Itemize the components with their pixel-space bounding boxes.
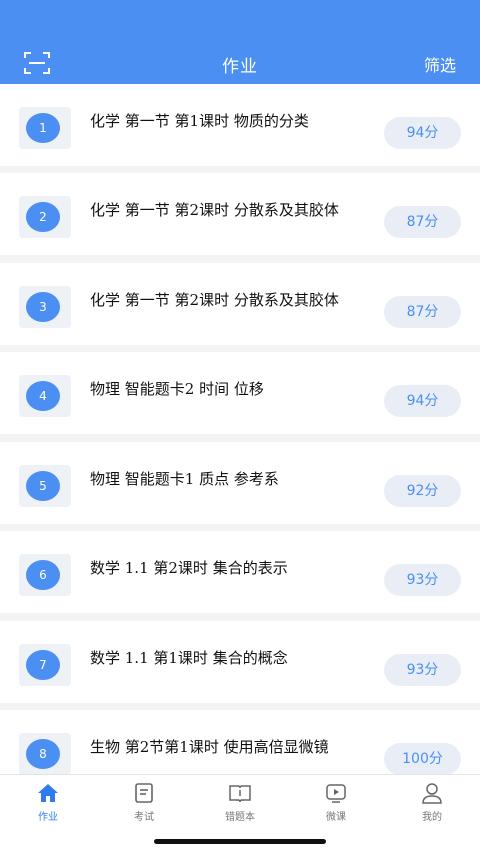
homework-item[interactable]: 5 物理 智能题卡1 质点 参考系 92分 <box>0 442 480 524</box>
filter-button[interactable]: 筛选 <box>424 52 456 76</box>
score-badge: 92分 <box>384 475 461 507</box>
item-number-box: 3 <box>19 286 71 328</box>
score-badge: 93分 <box>384 564 461 596</box>
item-title: 化学 第一节 第2课时 分散系及其胶体 <box>90 291 339 309</box>
homework-item[interactable]: 4 物理 智能题卡2 时间 位移 94分 <box>0 352 480 434</box>
item-title: 数学 1.1 第2课时 集合的表示 <box>90 559 288 577</box>
tab-homework[interactable]: 作业 <box>0 781 96 825</box>
notebook-icon <box>229 785 251 803</box>
score-badge: 94分 <box>384 117 461 149</box>
item-number: 5 <box>26 471 60 501</box>
top-header: 作业 筛选 <box>0 0 480 84</box>
tab-micro-lesson[interactable]: 微课 <box>288 781 384 825</box>
video-icon <box>326 784 346 803</box>
home-indicator <box>154 839 326 844</box>
item-number: 7 <box>26 650 60 680</box>
item-number: 6 <box>26 560 60 590</box>
homework-list: 1 化学 第一节 第1课时 物质的分类 94分 2 化学 第一节 第2课时 分散… <box>0 84 480 774</box>
homework-item[interactable]: 6 数学 1.1 第2课时 集合的表示 93分 <box>0 531 480 613</box>
exam-icon <box>135 783 153 803</box>
item-number: 3 <box>26 292 60 322</box>
score-badge: 93分 <box>384 654 461 686</box>
score-badge: 87分 <box>384 206 461 238</box>
item-number-box: 7 <box>19 644 71 686</box>
homework-item[interactable]: 2 化学 第一节 第2课时 分散系及其胶体 87分 <box>0 173 480 255</box>
item-number: 4 <box>26 381 60 411</box>
tab-label: 我的 <box>422 812 442 823</box>
homework-item[interactable]: 8 生物 第2节第1课时 使用高倍显微镜 100分 <box>0 710 480 774</box>
item-title: 化学 第一节 第2课时 分散系及其胶体 <box>90 201 339 219</box>
item-number-box: 4 <box>19 375 71 417</box>
home-icon <box>38 784 58 802</box>
item-number: 1 <box>26 113 60 143</box>
tab-exam[interactable]: 考试 <box>96 781 192 825</box>
item-number-box: 2 <box>19 196 71 238</box>
tab-label: 考试 <box>134 812 154 823</box>
item-number: 8 <box>26 739 60 769</box>
tab-label: 微课 <box>326 812 346 823</box>
tab-mistake-book[interactable]: 错题本 <box>192 781 288 825</box>
item-title: 物理 智能题卡2 时间 位移 <box>90 380 264 398</box>
page-title: 作业 <box>222 57 258 77</box>
tab-mine[interactable]: 我的 <box>384 781 480 825</box>
item-title: 生物 第2节第1课时 使用高倍显微镜 <box>90 738 329 756</box>
item-number-box: 8 <box>19 733 71 774</box>
homework-item[interactable]: 1 化学 第一节 第1课时 物质的分类 94分 <box>0 84 480 166</box>
score-badge: 87分 <box>384 296 461 328</box>
item-title: 物理 智能题卡1 质点 参考系 <box>90 470 279 488</box>
homework-item[interactable]: 7 数学 1.1 第1课时 集合的概念 93分 <box>0 621 480 703</box>
score-badge: 100分 <box>384 743 461 774</box>
item-number: 2 <box>26 202 60 232</box>
item-number-box: 1 <box>19 107 71 149</box>
item-number-box: 5 <box>19 465 71 507</box>
user-icon <box>422 783 442 804</box>
item-title: 数学 1.1 第1课时 集合的概念 <box>90 649 288 667</box>
homework-item[interactable]: 3 化学 第一节 第2课时 分散系及其胶体 87分 <box>0 263 480 345</box>
tab-label: 错题本 <box>225 812 255 823</box>
item-number-box: 6 <box>19 554 71 596</box>
item-title: 化学 第一节 第1课时 物质的分类 <box>90 112 309 130</box>
score-badge: 94分 <box>384 385 461 417</box>
tab-label: 作业 <box>38 812 58 823</box>
